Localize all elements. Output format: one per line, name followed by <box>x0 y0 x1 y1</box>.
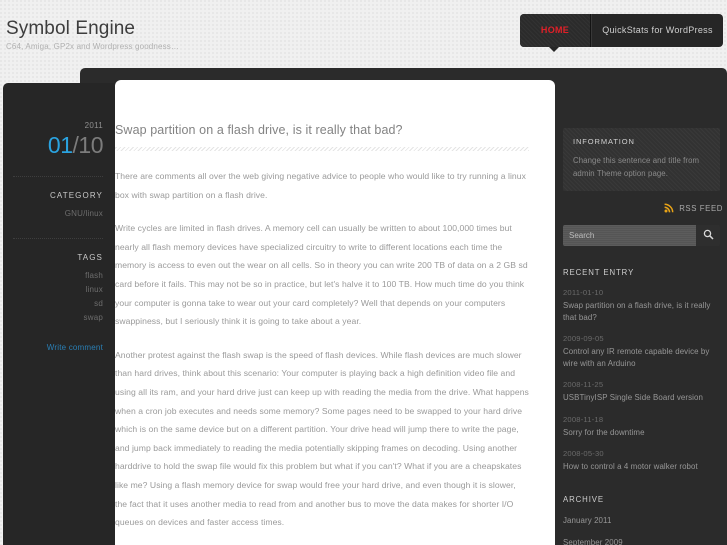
post-day: 01 <box>47 132 73 158</box>
tag-item[interactable]: flash <box>13 269 103 283</box>
post-meta-sidebar: 2011 01/10 CATEGORY GNU/linux TAGS flash… <box>3 83 115 545</box>
nav-item-home[interactable]: HOME <box>520 14 591 47</box>
list-item[interactable]: 2008-05-30 How to control a 4 motor walk… <box>563 449 723 473</box>
search-button[interactable] <box>696 225 720 246</box>
information-title: INFORMATION <box>573 137 635 146</box>
meta-divider-1 <box>13 176 103 177</box>
rss-icon <box>664 203 674 213</box>
nav-active-pointer-icon <box>549 47 559 52</box>
entry-title[interactable]: USBTinyISP Single Side Board version <box>563 392 723 404</box>
entry-title[interactable]: Control any IR remote capable device by … <box>563 346 723 369</box>
information-widget: INFORMATION Change this sentence and tit… <box>563 128 720 191</box>
article-paragraph: Write cycles are limited in flash drives… <box>115 223 528 327</box>
post-year: 2011 <box>84 121 103 130</box>
list-item[interactable]: 2008-11-25 USBTinyISP Single Side Board … <box>563 380 723 404</box>
title-divider <box>115 147 529 151</box>
entry-title[interactable]: How to control a 4 motor walker robot <box>563 461 723 473</box>
entry-date: 2008-11-18 <box>563 414 604 424</box>
archive-item[interactable]: January 2011 <box>563 515 723 526</box>
site-header: Symbol Engine C64, Amiga, GP2x and Wordp… <box>0 0 727 68</box>
archive-title: ARCHIVE <box>563 494 604 504</box>
post-date: 01/10 <box>13 131 104 159</box>
article-card: Swap partition on a flash drive, is it r… <box>115 80 555 545</box>
meta-divider-2 <box>13 238 103 239</box>
write-comment-link[interactable]: Write comment <box>13 343 103 352</box>
search-form <box>563 225 720 246</box>
entry-title[interactable]: Swap partition on a flash drive, is it r… <box>563 300 723 323</box>
list-item[interactable]: 2011-01-10 Swap partition on a flash dri… <box>563 288 723 323</box>
search-icon <box>703 228 714 243</box>
main-nav: HOME QuickStats for WordPress <box>520 14 723 47</box>
entry-date: 2008-11-25 <box>563 380 604 389</box>
list-item[interactable]: 2009-09-05 Control any IR remote capable… <box>563 334 723 369</box>
list-item[interactable]: 2008-11-18 Sorry for the downtime <box>563 415 723 439</box>
brand: Symbol Engine C64, Amiga, GP2x and Wordp… <box>6 18 179 51</box>
entry-date: 2009-09-05 <box>563 334 604 343</box>
category-value[interactable]: GNU/linux <box>13 207 103 221</box>
rss-label: RSS FEED <box>679 203 723 213</box>
article-paragraph: Another protest against the flash swap i… <box>115 349 529 528</box>
recent-entry-title: RECENT ENTRY <box>563 268 635 277</box>
archive-item[interactable]: September 2009 <box>563 537 723 545</box>
tag-item[interactable]: linux <box>13 283 103 297</box>
site-tagline: C64, Amiga, GP2x and Wordpress goodness… <box>6 42 180 51</box>
tag-item[interactable]: sd <box>13 297 103 311</box>
right-sidebar: INFORMATION Change this sentence and tit… <box>563 128 723 545</box>
category-label: CATEGORY <box>50 191 103 200</box>
information-text: Change this sentence and title from admi… <box>573 156 700 178</box>
article-title: Swap partition on a flash drive, is it r… <box>115 123 403 137</box>
tags-label: TAGS <box>77 253 103 262</box>
post-month: /10 <box>72 132 104 158</box>
tag-item[interactable]: swap <box>13 311 103 325</box>
entry-date: 2008-05-30 <box>563 449 604 458</box>
entry-title[interactable]: Sorry for the downtime <box>563 427 723 439</box>
search-input[interactable] <box>563 225 696 246</box>
entry-date: 2011-01-10 <box>563 288 604 297</box>
nav-item-quickstats[interactable]: QuickStats for WordPress <box>591 14 723 47</box>
article-paragraph: There are comments all over the web givi… <box>115 171 526 200</box>
rss-feed-link[interactable]: RSS FEED <box>563 203 723 213</box>
site-title: Symbol Engine <box>6 18 136 39</box>
